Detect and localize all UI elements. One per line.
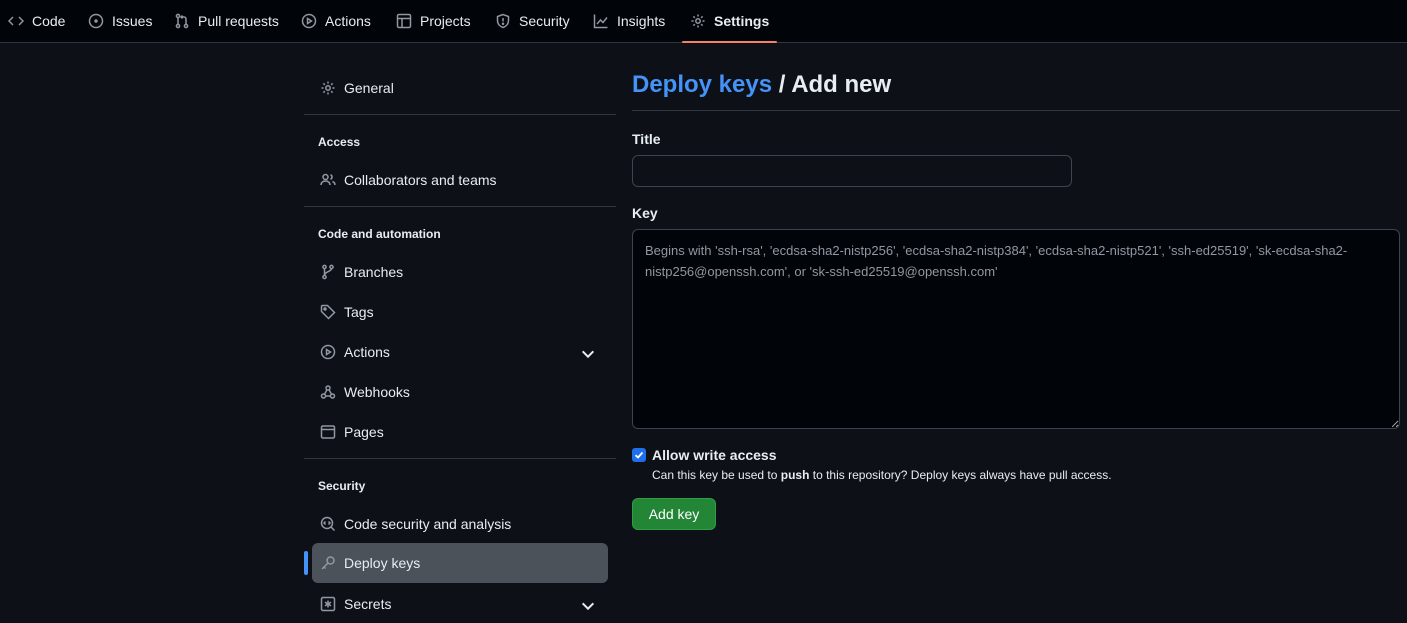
codescan-icon <box>320 516 336 532</box>
allow-write-checkbox[interactable] <box>632 448 646 462</box>
sidebar-item-label: Deploy keys <box>344 555 421 571</box>
sidebar-item-deploy-keys[interactable]: Deploy keys <box>304 543 608 583</box>
sidebar-section-security: Security <box>318 479 366 493</box>
note-text: Can this key be used to <box>652 468 781 482</box>
sidebar-item-branches[interactable]: Branches <box>312 252 608 292</box>
sidebar-section-access: Access <box>318 135 361 149</box>
sidebar-item-label: Code security and analysis <box>344 516 512 532</box>
tab-pull-requests[interactable]: Pull requests <box>174 0 279 42</box>
tab-label: Settings <box>714 13 770 29</box>
repo-nav: Code Issues Pull requests Actions Projec… <box>0 0 1407 43</box>
allow-write-note: Can this key be used to push to this rep… <box>652 468 1112 482</box>
key-textarea[interactable] <box>632 229 1400 429</box>
tab-label: Issues <box>112 13 153 29</box>
git-branch-icon <box>322 264 334 280</box>
title-input[interactable] <box>632 155 1072 187</box>
tab-label: Projects <box>420 13 471 29</box>
tab-security[interactable]: Security <box>495 0 570 42</box>
tab-code[interactable]: Code <box>8 0 65 42</box>
sidebar-item-code-security[interactable]: Code security and analysis <box>312 504 608 544</box>
sidebar-item-secrets[interactable]: Secrets <box>312 584 608 623</box>
sidebar-item-webhooks[interactable]: Webhooks <box>312 372 608 412</box>
graph-icon <box>593 14 608 29</box>
key-icon <box>321 556 335 570</box>
title-divider <box>632 110 1400 111</box>
chevron-down-icon[interactable] <box>580 346 596 362</box>
tab-label: Code <box>32 13 66 29</box>
tab-label: Insights <box>617 13 666 29</box>
sidebar-section-code-automation: Code and automation <box>318 227 441 241</box>
people-icon <box>320 173 336 186</box>
breadcrumb-deploy-keys-link[interactable]: Deploy keys <box>632 71 772 98</box>
browser-icon <box>320 425 336 439</box>
sidebar-item-label: Pages <box>344 424 384 440</box>
sidebar-divider <box>304 114 616 115</box>
sidebar-item-general[interactable]: General <box>312 68 608 108</box>
tag-icon <box>320 304 336 320</box>
key-label: Key <box>632 205 658 221</box>
tab-settings[interactable]: Settings <box>681 0 778 43</box>
page-title: Deploy keys / Add new <box>632 71 891 99</box>
sidebar-item-collaborators[interactable]: Collaborators and teams <box>312 160 608 200</box>
gear-icon <box>321 81 335 95</box>
breadcrumb-current: / Add new <box>772 71 892 98</box>
play-icon <box>320 344 336 360</box>
chevron-down-icon[interactable] <box>580 598 596 614</box>
sidebar-item-label: Tags <box>344 304 374 320</box>
sidebar-item-label: Collaborators and teams <box>344 172 497 188</box>
tab-insights[interactable]: Insights <box>593 0 665 42</box>
sidebar-divider <box>304 458 616 459</box>
sidebar-item-label: Webhooks <box>344 384 410 400</box>
webhook-icon <box>320 385 336 399</box>
tab-label: Pull requests <box>198 13 279 29</box>
note-text: to this repository? Deploy keys always h… <box>809 468 1112 482</box>
sidebar-item-label: Branches <box>344 264 404 280</box>
tab-label: Security <box>519 13 570 29</box>
sidebar-item-tags[interactable]: Tags <box>312 292 608 332</box>
sidebar-item-label: Actions <box>344 344 390 360</box>
sidebar-item-actions[interactable]: Actions <box>312 332 608 372</box>
sidebar-divider <box>304 206 616 207</box>
code-icon <box>8 16 24 26</box>
allow-write-label: Allow write access <box>652 447 777 463</box>
sidebar-item-pages[interactable]: Pages <box>312 412 608 452</box>
title-label: Title <box>632 131 661 147</box>
sidebar-item-label: Secrets <box>344 596 392 612</box>
git-pull-request-icon <box>175 13 189 29</box>
allow-write-row: Allow write access <box>632 447 777 463</box>
tab-projects[interactable]: Projects <box>396 0 471 42</box>
check-icon <box>634 451 644 459</box>
issue-opened-icon <box>88 13 104 29</box>
note-emphasis: push <box>780 468 810 482</box>
play-icon <box>301 13 317 29</box>
shield-icon <box>496 13 510 29</box>
sidebar-item-label: General <box>344 80 394 96</box>
gear-icon <box>691 14 705 28</box>
tab-issues[interactable]: Issues <box>88 0 152 42</box>
tab-label: Actions <box>325 13 371 29</box>
table-icon <box>396 13 412 29</box>
tab-actions[interactable]: Actions <box>301 0 371 42</box>
add-key-button[interactable]: Add key <box>632 498 716 530</box>
key-asterisk-icon <box>320 596 336 612</box>
